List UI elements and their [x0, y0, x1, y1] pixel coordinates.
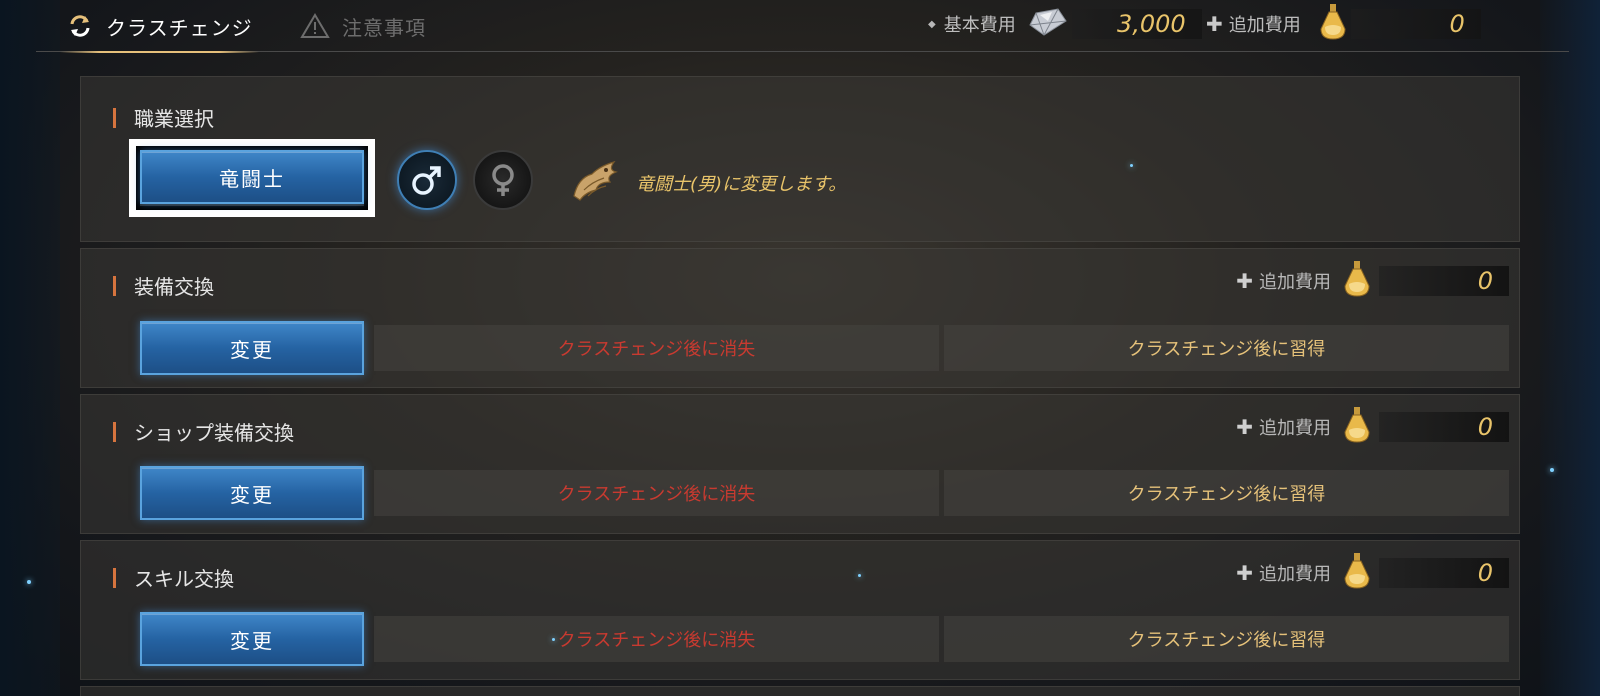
dragon-emblem-icon [570, 156, 622, 209]
shop-equipment-change-button[interactable]: 変更 [140, 466, 364, 520]
male-icon [412, 166, 441, 195]
sparkle-particle [858, 574, 861, 577]
job-select-button[interactable]: 竜闘士 [140, 150, 364, 204]
sparkle-particle [27, 580, 31, 584]
male-button[interactable] [397, 150, 457, 210]
plus-icon: ✚ [1206, 12, 1223, 36]
section-additional-cost: ✚ 追加費用 0 [1236, 261, 1509, 297]
change-note-text: 竜闘士(男)に変更します。 [636, 173, 847, 195]
equipment-gain-slot: クラスチェンジ後に習得 [944, 325, 1509, 371]
panel-title: ショップ装備交換 [113, 417, 294, 446]
plus-icon: ✚ [1236, 415, 1253, 439]
title-accent-bar [113, 275, 116, 296]
tab-label: クラスチェンジ [106, 15, 253, 40]
female-button[interactable] [473, 150, 533, 210]
potion-icon [1343, 552, 1371, 594]
section-additional-cost: ✚ 追加費用 0 [1236, 553, 1509, 589]
additional-cost-label: ✚ 追加費用 [1236, 415, 1331, 439]
sparkle-particle [552, 638, 555, 641]
warning-icon [300, 12, 330, 40]
title-accent-bar [113, 567, 116, 588]
potion-icon [1343, 406, 1371, 448]
title-accent-bar [113, 107, 116, 128]
equipment-change-button[interactable]: 変更 [140, 321, 364, 375]
plus-icon: ✚ [1236, 269, 1253, 293]
change-note: 竜闘士(男)に変更します。 [570, 156, 846, 209]
sparkle-particle [1550, 468, 1554, 472]
female-icon [492, 164, 514, 196]
crystal-icon [1028, 7, 1068, 41]
equipment-lose-slot: クラスチェンジ後に消失 [374, 325, 939, 371]
additional-cost-label: ✚ 追加費用 [1236, 561, 1331, 585]
header-additional-cost: ✚ 追加費用 0 [1206, 4, 1481, 40]
tab-notes[interactable]: 注意事項 [300, 0, 426, 52]
title-accent-bar [113, 421, 116, 442]
tab-class-change[interactable]: クラスチェンジ [60, 0, 259, 53]
tab-label: 注意事項 [342, 15, 426, 40]
additional-cost-value: 0 [1379, 266, 1509, 296]
next-panel-partial [80, 686, 1520, 696]
plus-icon: ✚ [1236, 561, 1253, 585]
skill-change-button[interactable]: 変更 [140, 612, 364, 666]
section-additional-cost: ✚ 追加費用 0 [1236, 407, 1509, 443]
skill-gain-slot: クラスチェンジ後に習得 [944, 616, 1509, 662]
shop-equipment-lose-slot: クラスチェンジ後に消失 [374, 470, 939, 516]
skill-lose-slot: クラスチェンジ後に消失 [374, 616, 939, 662]
panel-title: 職業選択 [113, 103, 214, 132]
additional-cost-value: 0 [1350, 9, 1481, 39]
sparkle-particle [1130, 164, 1133, 167]
additional-cost-label: ✚ 追加費用 [1236, 269, 1331, 293]
header-bar: クラスチェンジ 注意事項 ◆ 基本費用 3,000 ✚ 追加費用 0 [36, 0, 1569, 53]
shop-equipment-gain-slot: クラスチェンジ後に習得 [944, 470, 1509, 516]
background-edge-right [1540, 0, 1600, 696]
refresh-icon [66, 12, 94, 40]
base-cost: ◆ 基本費用 3,000 [928, 8, 1202, 40]
additional-cost-value: 0 [1379, 412, 1509, 442]
potion-icon [1343, 260, 1371, 302]
additional-cost-value: 0 [1379, 558, 1509, 588]
panel-title: スキル交換 [113, 563, 234, 592]
panel-title: 装備交換 [113, 271, 214, 300]
diamond-bullet-icon: ◆ [928, 18, 936, 30]
background-edge-left [0, 0, 60, 696]
potion-icon [1319, 3, 1347, 45]
base-cost-value: 3,000 [1071, 9, 1202, 39]
additional-cost-label: ✚ 追加費用 [1206, 12, 1301, 36]
base-cost-label: ◆ 基本費用 [928, 15, 1016, 36]
